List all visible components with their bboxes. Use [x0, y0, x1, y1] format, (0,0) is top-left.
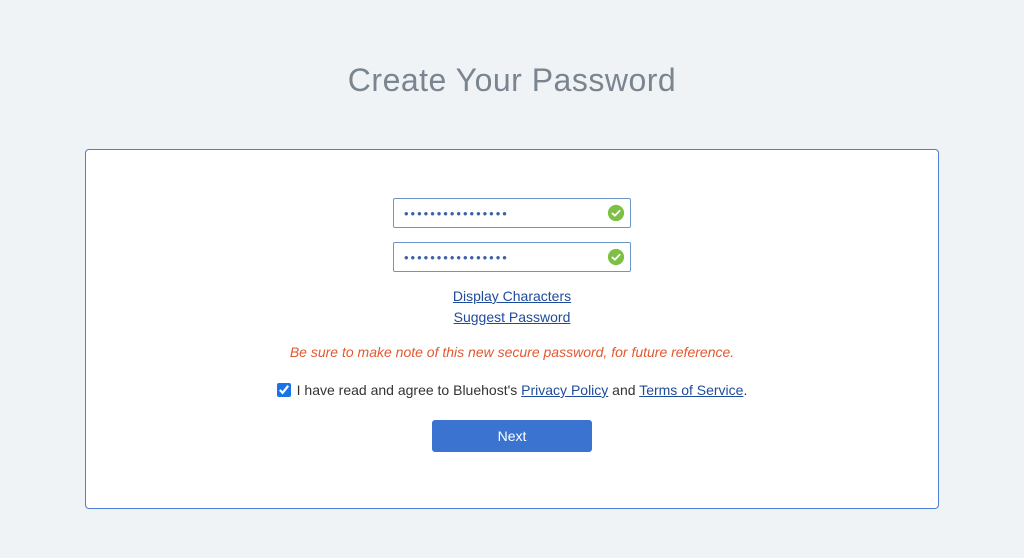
check-circle-icon — [607, 248, 625, 266]
confirm-password-field-wrap — [393, 242, 631, 272]
check-circle-icon — [607, 204, 625, 222]
consent-checkbox[interactable] — [277, 383, 291, 397]
password-input[interactable] — [393, 198, 631, 228]
privacy-policy-link[interactable]: Privacy Policy — [521, 382, 608, 398]
consent-suffix: . — [743, 382, 747, 398]
next-button[interactable]: Next — [432, 420, 592, 452]
suggest-password-link[interactable]: Suggest Password — [454, 307, 571, 328]
consent-prefix: I have read and agree to Bluehost's — [297, 382, 522, 398]
password-card: Display Characters Suggest Password Be s… — [85, 149, 939, 509]
password-hint: Be sure to make note of this new secure … — [126, 344, 898, 360]
consent-text: I have read and agree to Bluehost's Priv… — [297, 382, 748, 398]
page-title: Create Your Password — [0, 0, 1024, 149]
helper-links: Display Characters Suggest Password — [126, 286, 898, 328]
consent-middle: and — [608, 382, 639, 398]
password-field-wrap — [393, 198, 631, 228]
display-characters-link[interactable]: Display Characters — [453, 286, 571, 307]
confirm-password-input[interactable] — [393, 242, 631, 272]
terms-of-service-link[interactable]: Terms of Service — [639, 382, 743, 398]
consent-row: I have read and agree to Bluehost's Priv… — [126, 382, 898, 398]
